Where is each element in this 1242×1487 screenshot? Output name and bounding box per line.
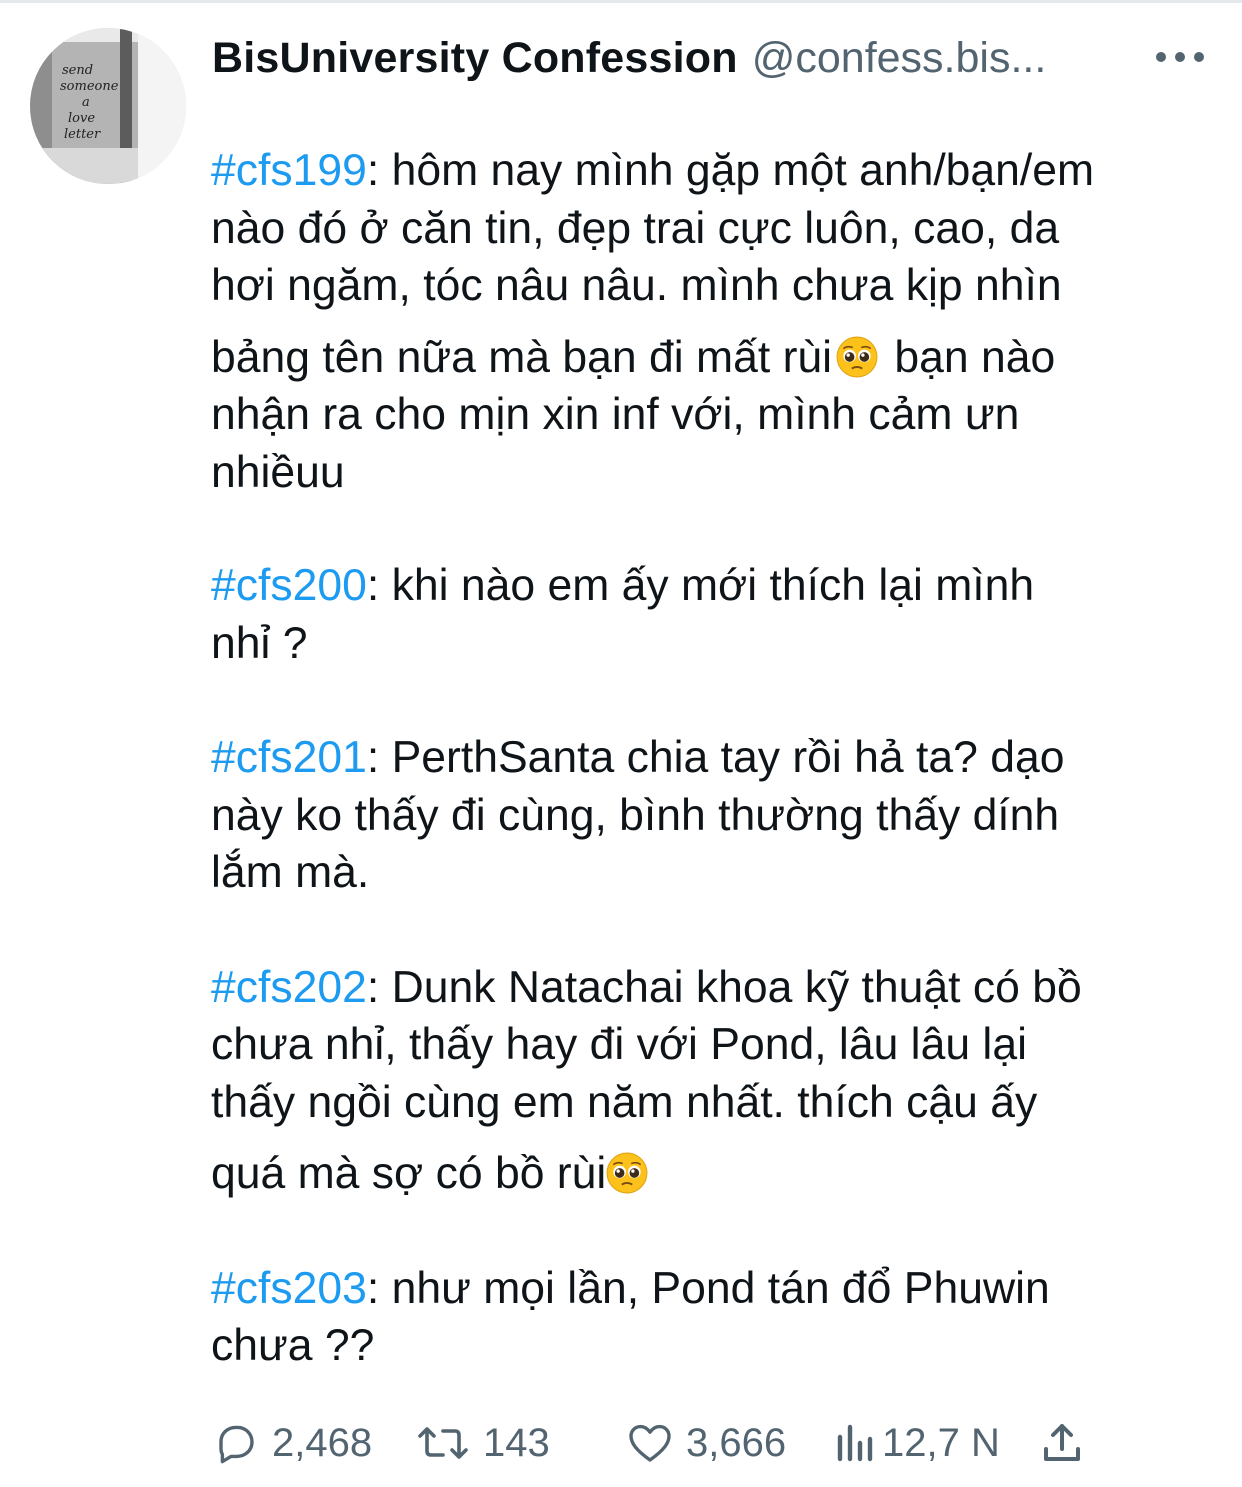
text-segment: : như mọi lần, Pond tán đổ Phuwin [366, 1263, 1050, 1313]
reply-button[interactable]: 2,468 [212, 1412, 372, 1474]
tweet-action-bar: 2,468 143 3,666 12,7 N [212, 1412, 1112, 1474]
more-dot [1194, 52, 1204, 62]
text-segment: : hôm nay mình gặp một anh/bạn/em [366, 146, 1095, 195]
text-line: #cfs200: khi nào em ấy mới thích lại mìn… [211, 557, 1211, 615]
top-divider [0, 0, 1242, 3]
text-segment: bảng tên nữa mà bạn đi mất rùi [211, 332, 833, 382]
text-line: bảng tên nữa mà bạn đi mất rùi bạn nào [211, 329, 1211, 387]
text-line: #cfs202: Dunk Natachai khoa kỹ thuật có … [211, 959, 1211, 1017]
reply-count: 2,468 [272, 1420, 373, 1465]
text-line: nhiềuu [211, 447, 345, 497]
text-line: #cfs199: hôm nay mình gặp một anh/bạn/em [211, 142, 1211, 200]
confession-paragraph: #cfs202: Dunk Natachai khoa kỹ thuật có … [211, 959, 1211, 1203]
confession-paragraph: #cfs200: khi nào em ấy mới thích lại mìn… [211, 557, 1211, 672]
user-handle[interactable]: @confess.bis... [752, 34, 1047, 83]
display-name[interactable]: BisUniversity Confession [212, 34, 738, 83]
views-count: 12,7 N [882, 1420, 1000, 1465]
views-button[interactable]: 12,7 N [834, 1412, 1000, 1474]
text-segment: bạn nào [882, 332, 1056, 382]
share-icon [1044, 1424, 1080, 1461]
svg-text:love: love [68, 111, 95, 126]
reply-icon [219, 1425, 254, 1464]
confession-paragraph: #cfs199: hôm nay mình gặp một anh/bạn/em… [211, 142, 1211, 501]
share-button[interactable] [1038, 1412, 1086, 1474]
more-dot [1175, 52, 1185, 62]
text-line: lắm mà. [211, 848, 370, 897]
more-dot [1156, 52, 1166, 62]
text-line: chưa nhỉ, thấy hay đi với Pond, lâu lâu … [211, 1020, 1027, 1069]
text-line: này ko thấy đi cùng, bình thường thấy dí… [211, 790, 1060, 840]
heart-icon [629, 1424, 671, 1462]
retweet-button[interactable]: 143 [415, 1412, 550, 1474]
pleading-face-icon [836, 336, 878, 377]
views-icon [837, 1424, 873, 1462]
hashtag-link[interactable]: #cfs201 [211, 733, 367, 782]
tweet-header: BisUniversity Confession @confess.bis... [212, 28, 1212, 88]
text-segment: quá mà sợ có bồ rùi [211, 1149, 607, 1198]
text-line: #cfs201: PerthSanta chia tay rồi hả ta? … [211, 729, 1211, 787]
text-segment: : khi nào em ấy mới thích lại mình [366, 561, 1035, 610]
text-line: quá mà sợ có bồ rùi [211, 1145, 1211, 1203]
svg-text:send: send [62, 63, 93, 78]
text-line: chưa ?? [211, 1321, 375, 1370]
retweet-count: 143 [483, 1420, 550, 1465]
like-count: 3,666 [686, 1420, 787, 1465]
confession-paragraph: #cfs201: PerthSanta chia tay rồi hả ta? … [211, 729, 1211, 902]
text-line: nào đó ở căn tin, đẹp trai cực luôn, cao… [211, 203, 1060, 253]
confession-paragraph: #cfs203: như mọi lần, Pond tán đổ Phuwin… [211, 1260, 1211, 1375]
avatar-image: send someone a love letter [30, 28, 186, 184]
text-line: thấy ngồi cùng em năm nhất. thích cậu ấy [211, 1077, 1038, 1127]
retweet-icon [418, 1427, 468, 1459]
text-line: nhỉ ? [211, 618, 308, 668]
like-button[interactable]: 3,666 [626, 1412, 786, 1474]
hashtag-link[interactable]: #cfs202 [211, 963, 367, 1012]
more-icon[interactable] [1156, 42, 1204, 72]
hashtag-link[interactable]: #cfs199 [211, 146, 367, 195]
tweet-body: #cfs199: hôm nay mình gặp một anh/bạn/em… [211, 142, 1211, 1432]
svg-text:someone: someone [60, 79, 119, 94]
text-line: hơi ngăm, tóc nâu nâu. mình chưa kịp nhì… [211, 261, 1062, 310]
hashtag-link[interactable]: #cfs203 [211, 1264, 367, 1313]
pleading-face-icon [606, 1152, 648, 1194]
text-line: nhận ra cho mịn xin inf với, mình cảm ưn [211, 390, 1020, 439]
text-line: #cfs203: như mọi lần, Pond tán đổ Phuwin [211, 1260, 1211, 1318]
svg-text:letter: letter [64, 127, 101, 142]
text-segment: : Dunk Natachai khoa kỹ thuật có bồ [366, 962, 1082, 1012]
svg-text:a: a [82, 95, 90, 110]
avatar[interactable]: send someone a love letter [30, 28, 186, 184]
hashtag-link[interactable]: #cfs200 [211, 561, 367, 610]
text-segment: : PerthSanta chia tay rồi hả ta? dạo [366, 733, 1065, 782]
